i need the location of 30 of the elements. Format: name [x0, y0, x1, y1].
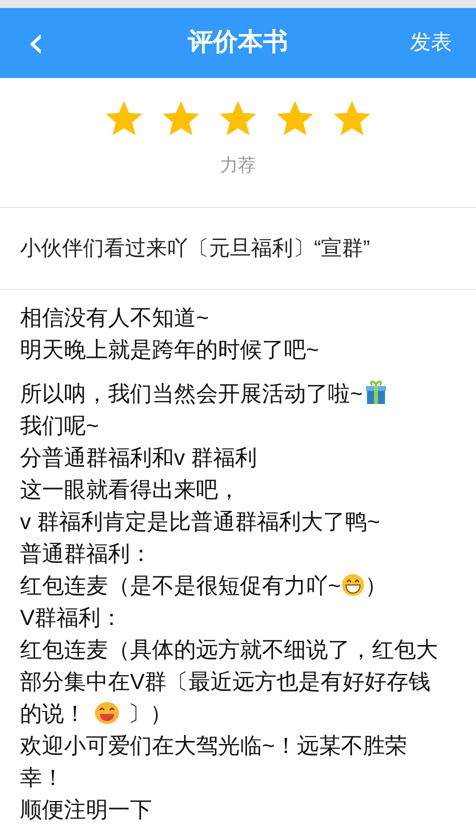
- star-icon[interactable]: [332, 100, 372, 138]
- body-text: 明天晚上就是跨年的时候了吧~: [20, 337, 319, 362]
- body-text: v 群福利肯定是比普通群福利大了鸭~: [20, 509, 380, 534]
- star-icon[interactable]: [218, 100, 258, 138]
- body-text: 这一眼就看得出来吧，: [20, 477, 240, 502]
- body-text: 欢迎小可爱们在大驾光临~！远某不胜荣: [20, 733, 407, 758]
- body-text: 分普通群福利和v 群福利: [20, 445, 258, 470]
- body-text: 红包连麦（是不是很短促有力吖~: [20, 573, 341, 598]
- body-text: 幸！: [20, 765, 64, 790]
- body-text: 部分集中在V群〔最近远方也是有好好存钱: [20, 669, 431, 694]
- rating-label: 力荐: [220, 154, 256, 177]
- back-button[interactable]: ‹: [24, 21, 48, 65]
- body-text: 我们呢~: [20, 413, 99, 438]
- star-icon[interactable]: [275, 100, 315, 138]
- star-icon[interactable]: [161, 100, 201, 138]
- body-text: ）: [364, 573, 387, 598]
- body-text: 普通群福利：: [20, 541, 152, 566]
- laughing-face-icon: [340, 573, 365, 597]
- body-text: 红包连麦（具体的远方就不细说了，红包大: [20, 637, 438, 662]
- publish-button[interactable]: 发表: [410, 27, 452, 59]
- page-title: 评价本书: [188, 27, 288, 58]
- body-text: 顺便注明一下: [20, 797, 152, 822]
- review-title: 小伙伴们看过来吖〔元旦福利〕“宣群”: [20, 236, 370, 262]
- star-icon[interactable]: [104, 100, 144, 138]
- body-text: 的说！: [20, 701, 86, 726]
- body-text: 所以呐，我们当然会开展活动了啦~: [20, 381, 363, 406]
- body-text: V群福利：: [20, 605, 123, 630]
- body-text: 相信没有人不知道~: [20, 305, 209, 330]
- smiling-face-icon: [94, 701, 120, 725]
- body-text: 〕）: [128, 701, 172, 726]
